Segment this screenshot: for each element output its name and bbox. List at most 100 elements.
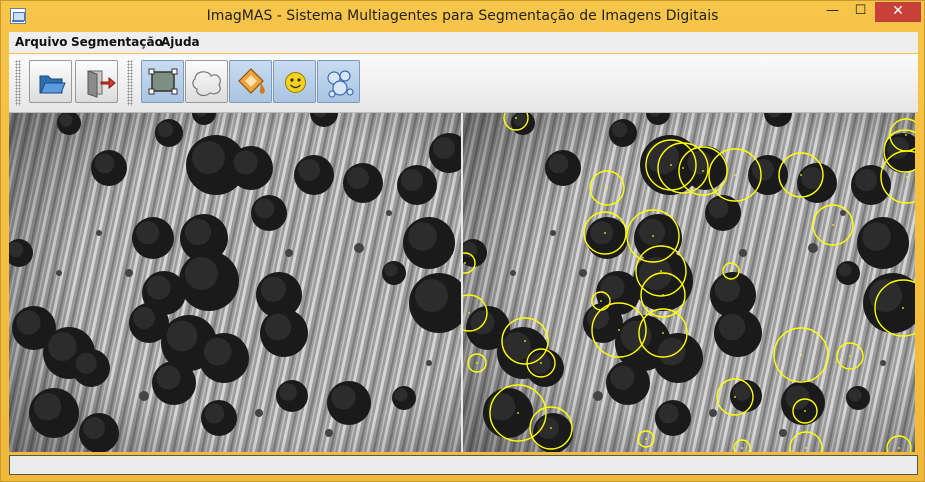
toolbar (9, 54, 918, 113)
detection-center (604, 232, 606, 234)
particle-shade (611, 121, 628, 138)
detection-center (524, 340, 526, 342)
detection-center (702, 170, 704, 172)
bubbles-icon (327, 70, 354, 98)
close-button[interactable]: ✕ (875, 2, 921, 22)
particle-shade (94, 153, 115, 174)
smiley-button[interactable] (273, 60, 316, 103)
particle-shade (16, 310, 41, 335)
small-particle (709, 409, 717, 417)
particle-shade (260, 276, 286, 302)
particle-shade (254, 198, 275, 219)
particle-shade (587, 307, 609, 329)
menu-segmentacao[interactable]: Segmentação (71, 35, 163, 49)
small-particle (125, 269, 133, 277)
original-image-panel[interactable] (9, 113, 461, 452)
particle-shade (204, 338, 232, 366)
detection-center (517, 412, 519, 414)
minimize-button[interactable]: — (819, 2, 846, 22)
particle-shade (59, 113, 73, 127)
particle-shade (166, 320, 198, 352)
particle-shade (785, 385, 810, 410)
toolbar-grip[interactable] (15, 60, 21, 106)
particle-shade (156, 365, 181, 390)
particle-shade (184, 218, 212, 246)
segmented-image (463, 113, 915, 452)
particle-shade (347, 167, 369, 189)
particle-shade (204, 403, 225, 424)
small-particle (880, 360, 886, 366)
region-select-button[interactable] (141, 60, 184, 103)
detection-center (464, 262, 466, 264)
detection-center (730, 270, 732, 272)
application-window: ImagMAS - Sistema Multiagentes para Segm… (0, 0, 925, 482)
detection-center (905, 134, 907, 136)
small-particle (354, 243, 364, 253)
title-bar[interactable]: ImagMAS - Sistema Multiagentes para Segm… (1, 1, 924, 32)
particle-shade (502, 332, 531, 361)
menu-bar: Arquivo Segmentação Ajuda (9, 32, 918, 53)
window-title: ImagMAS - Sistema Multiagentes para Segm… (206, 8, 719, 24)
detection-center (800, 174, 802, 176)
particle-shade (548, 153, 569, 174)
particle-shade (590, 221, 614, 245)
small-particle (739, 249, 747, 257)
detection-center (906, 176, 908, 178)
status-bar (9, 455, 918, 475)
menu-arquivo[interactable]: Arquivo (15, 35, 68, 49)
detection-center (670, 164, 672, 166)
detection-center (662, 294, 664, 296)
blob-outline-button[interactable] (185, 60, 228, 103)
small-particle (255, 409, 263, 417)
particle-shade (408, 222, 437, 251)
particle-shade (658, 403, 679, 424)
particle-shade (638, 218, 666, 246)
menu-ajuda[interactable]: Ajuda (161, 35, 200, 49)
particle-shade (136, 221, 160, 245)
small-particle (550, 230, 556, 236)
particle-shade (75, 352, 97, 374)
folder-open-icon (39, 75, 66, 94)
particle-shade (394, 388, 408, 402)
particle-shade (233, 150, 258, 175)
smiley-icon (285, 72, 306, 93)
particle-shade (620, 320, 652, 352)
small-particle (139, 391, 149, 401)
detection-center (515, 117, 517, 119)
open-button[interactable] (29, 60, 72, 103)
small-particle (96, 230, 102, 236)
small-particle (386, 210, 392, 216)
small-particle (840, 210, 846, 216)
small-particle (426, 360, 432, 366)
particle-shade (415, 279, 448, 312)
maximize-button[interactable]: ☐ (847, 2, 874, 22)
particle-shade (133, 307, 155, 329)
particle-shade (331, 385, 356, 410)
segmented-image-panel[interactable] (463, 113, 915, 452)
detection-center (645, 438, 647, 440)
particle-shade (855, 169, 877, 191)
paint-bucket-icon (238, 68, 265, 94)
detection-center (800, 354, 802, 356)
exit-door-icon (87, 70, 116, 98)
small-particle (285, 249, 293, 257)
particle-shade (279, 383, 297, 401)
particle-shade (34, 393, 62, 421)
particle-shade (513, 113, 527, 127)
paint-bucket-button[interactable] (229, 60, 272, 103)
particle-shade (185, 257, 218, 290)
particle-shade (752, 159, 774, 181)
detection-center (682, 167, 684, 169)
particle-shade (157, 121, 174, 138)
detection-center (652, 235, 654, 237)
particle-shade (146, 275, 171, 300)
detection-center (600, 300, 602, 302)
detection-center (849, 355, 851, 357)
particle-shade (714, 276, 740, 302)
particle-shade (264, 313, 292, 341)
detection-center (476, 362, 478, 364)
exit-button[interactable] (75, 60, 118, 103)
bubbles-button[interactable] (317, 60, 360, 103)
small-particle (779, 429, 787, 437)
toolbar-grip-2[interactable] (127, 60, 133, 106)
